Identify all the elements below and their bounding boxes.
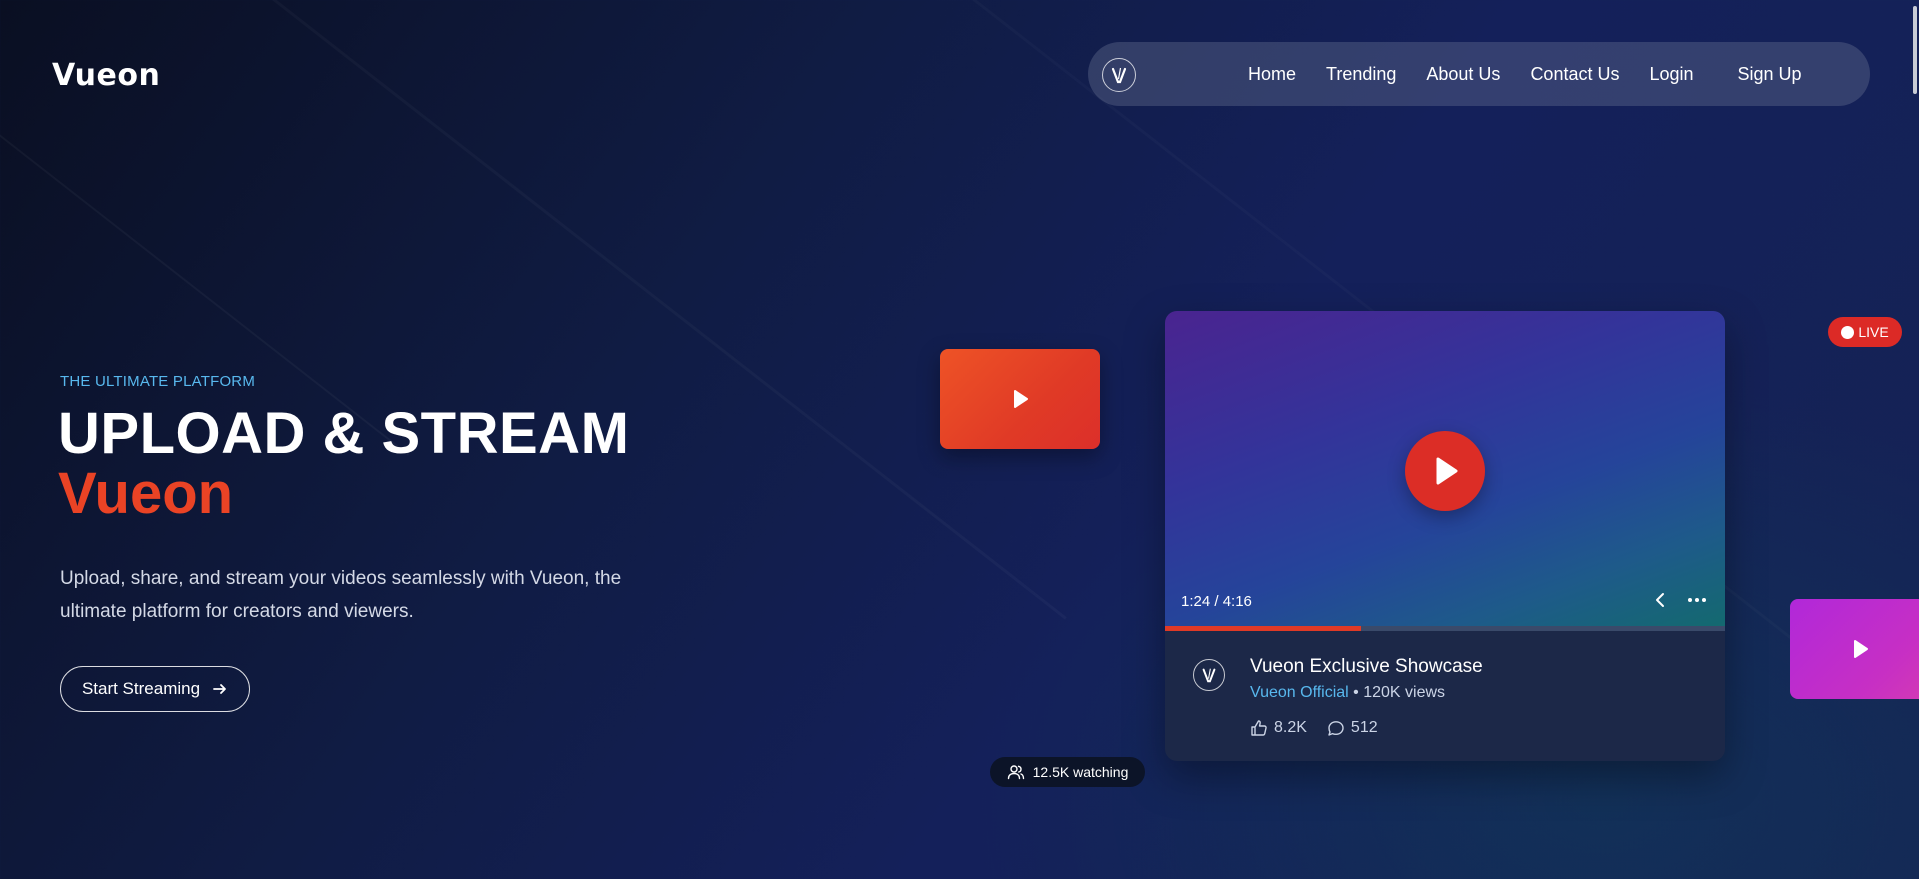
live-badge: LIVE: [1828, 317, 1902, 347]
progress-bar[interactable]: [1165, 626, 1725, 631]
top-navigation: Home Trending About Us Contact Us Login …: [1088, 42, 1870, 106]
chevron-left-icon[interactable]: [1649, 589, 1671, 611]
play-button[interactable]: [1405, 431, 1485, 511]
video-title[interactable]: Vueon Exclusive Showcase: [1250, 656, 1483, 678]
hero-title-brand: Vueon: [58, 461, 234, 526]
video-thumbnail-purple[interactable]: [1790, 599, 1919, 699]
hero-description: Upload, share, and stream your videos se…: [60, 568, 622, 622]
nav-sign-up[interactable]: Sign Up: [1738, 64, 1802, 85]
nav-about-us[interactable]: About Us: [1426, 64, 1500, 85]
nav-contact-us[interactable]: Contact Us: [1530, 64, 1619, 85]
nav-trending[interactable]: Trending: [1326, 64, 1396, 85]
channel-avatar[interactable]: [1193, 659, 1225, 691]
play-icon: [1014, 390, 1028, 408]
scrollbar-thumb[interactable]: [1913, 6, 1917, 94]
watching-count: 12.5K watching: [1032, 764, 1129, 780]
play-icon: [1854, 640, 1868, 658]
video-stats: 8.2K 512: [1250, 719, 1398, 737]
channel-name[interactable]: Vueon Official: [1250, 684, 1349, 701]
more-dots-icon[interactable]: [1685, 589, 1709, 611]
nav-login[interactable]: Login: [1649, 64, 1693, 85]
watching-badge: 12.5K watching: [990, 757, 1145, 787]
background-stripe: [198, 0, 1067, 620]
start-streaming-label: Start Streaming: [81, 679, 201, 698]
meta-separator: •: [1348, 684, 1364, 701]
nav-links: Home Trending About Us Contact Us Login …: [1248, 42, 1802, 106]
progress-fill: [1165, 626, 1361, 631]
start-streaming-button[interactable]: Start Streaming: [60, 666, 250, 712]
users-icon: [1007, 765, 1024, 780]
video-thumbnail-orange[interactable]: [940, 349, 1100, 449]
video-meta: Vueon Official • 120K views: [1250, 684, 1445, 702]
site-logo[interactable]: Vueon: [52, 58, 160, 93]
featured-video-card: 1:24 / 4:16 Vueon Exclusive Showcase Vue…: [1165, 311, 1725, 761]
comment-button[interactable]: 512: [1327, 719, 1378, 737]
arrow-right-icon: [213, 684, 226, 694]
hero-title: UPLOAD & STREAM: [58, 401, 630, 466]
video-player[interactable]: 1:24 / 4:16: [1165, 311, 1725, 631]
video-time: 1:24 / 4:16: [1181, 593, 1252, 610]
comment-count: 512: [1350, 719, 1378, 736]
live-label: LIVE: [1858, 324, 1889, 340]
like-count: 8.2K: [1274, 719, 1307, 736]
like-button[interactable]: 8.2K: [1250, 719, 1307, 737]
vueon-emblem-icon: [1202, 668, 1216, 683]
live-dot-icon: [1841, 325, 1855, 339]
hero-eyebrow: THE ULTIMATE PLATFORM: [60, 373, 256, 390]
thumbs-up-icon: [1251, 720, 1267, 736]
vueon-emblem-icon[interactable]: [1102, 58, 1136, 92]
nav-home[interactable]: Home: [1248, 64, 1296, 85]
comment-icon: [1328, 721, 1344, 736]
view-count: 120K views: [1363, 684, 1446, 701]
play-icon: [1436, 457, 1458, 485]
